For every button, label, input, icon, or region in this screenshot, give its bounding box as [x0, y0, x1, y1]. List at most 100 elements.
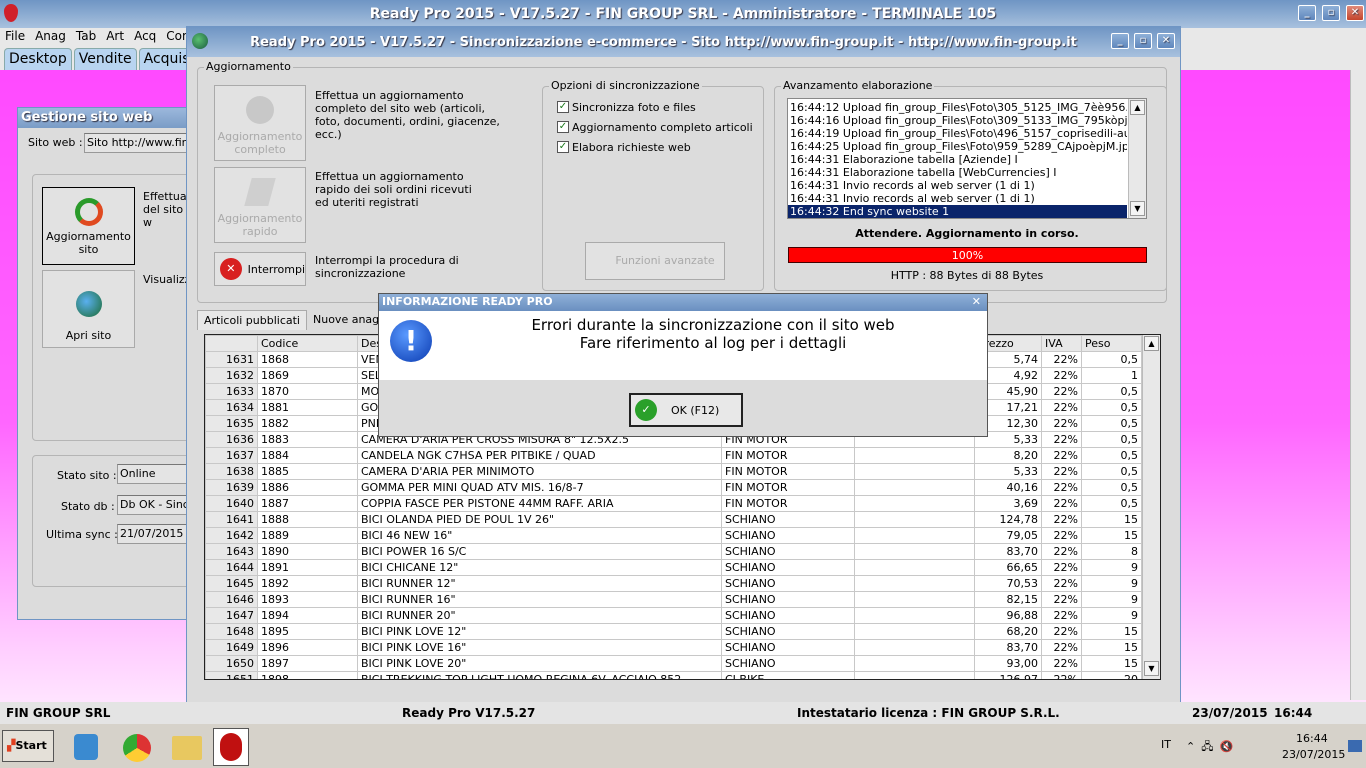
close-button[interactable]: ✕	[1346, 5, 1364, 21]
table-cell: 9	[1081, 559, 1142, 576]
start-button[interactable]: ▞Start	[2, 730, 54, 762]
table-row[interactable]: 1638 1885 CAMERA D'ARIA PER MINIMOTO FIN MO…	[205, 463, 1142, 480]
scroll-down-icon[interactable]: ▼	[1144, 661, 1159, 676]
menu-art[interactable]: Art	[106, 29, 124, 45]
language-indicator[interactable]: IT	[1161, 738, 1171, 751]
aggiornamento-rapido-button[interactable]: Aggiornamento rapido	[214, 167, 306, 243]
ok-button[interactable]: ✓ OK (F12)	[629, 393, 743, 427]
sync-close-button[interactable]: ✕	[1157, 33, 1175, 49]
peso-header[interactable]: Peso	[1081, 335, 1142, 352]
table-cell: 22%	[1041, 463, 1082, 480]
clock-time[interactable]: 16:44	[1296, 732, 1328, 745]
option-sincronizza-foto[interactable]: ✓ Sincronizza foto e files	[557, 97, 753, 117]
table-cell: 1648	[205, 623, 258, 640]
option-aggiornamento-completo[interactable]: ✓ Aggiornamento completo articoli	[557, 117, 753, 137]
aggiornamento-sito-label: Aggiornamento sito	[46, 230, 131, 256]
tab-articoli-pubblicati[interactable]: Articoli pubblicati	[197, 310, 307, 330]
table-cell: SCHIANO	[721, 527, 855, 544]
log-list[interactable]: 16:44:12 Upload fin_group_Files\Foto\305…	[787, 98, 1147, 219]
log-entry[interactable]: 16:44:31 Elaborazione tabella [Aziende] …	[788, 153, 1127, 166]
table-row[interactable]: 1644 1891 BICI CHICANE 12" SCHIANO 66,65 22% 9	[205, 559, 1142, 576]
interrompi-label: Interrompi	[247, 262, 305, 276]
table-cell: 22%	[1041, 447, 1082, 464]
checkbox-checked-icon[interactable]: ✓	[557, 121, 569, 133]
scroll-up-icon[interactable]: ▲	[1144, 336, 1159, 351]
table-scrollbar[interactable]: ▲ ▼	[1142, 335, 1160, 679]
log-entry[interactable]: 16:44:31 Invio records al web server (1 …	[788, 192, 1127, 205]
table-cell: 93,00	[974, 655, 1042, 672]
interrompi-button[interactable]: ✕ Interrompi	[214, 252, 306, 286]
table-row[interactable]: 1651 1898 BICI TREKKING TOP LIGHT UOMO REG…	[205, 671, 1142, 679]
table-cell: 22%	[1041, 479, 1082, 496]
row-number-header[interactable]	[205, 335, 258, 352]
scroll-up-icon[interactable]: ▲	[1130, 100, 1145, 115]
apri-sito-button[interactable]: Apri sito	[42, 270, 135, 348]
funzioni-avanzate-button[interactable]: Funzioni avanzate	[585, 242, 725, 280]
table-row[interactable]: 1646 1893 BICI RUNNER 16" SCHIANO 82,15 22% 9	[205, 591, 1142, 608]
sync-maximize-button[interactable]: ▫	[1134, 33, 1152, 49]
log-entry[interactable]: 16:44:12 Upload fin_group_Files\Foto\305…	[788, 101, 1127, 114]
info-close-icon[interactable]: ✕	[972, 295, 981, 308]
maximize-button[interactable]: ▫	[1322, 5, 1340, 21]
readypro-task-icon[interactable]	[213, 728, 249, 766]
table-cell: FIN MOTOR	[721, 479, 855, 496]
menu-anag[interactable]: Anag	[35, 29, 66, 45]
table-cell: BICI OLANDA PIED DE POUL 1V 26"	[357, 511, 722, 528]
minimize-button[interactable]: _	[1298, 5, 1316, 21]
table-row[interactable]: 1640 1887 COPPIA FASCE PER PISTONE 44MM RA…	[205, 495, 1142, 512]
menu-acq[interactable]: Acq	[134, 29, 156, 45]
table-row[interactable]: 1647 1894 BICI RUNNER 20" SCHIANO 96,88 22% 9	[205, 607, 1142, 624]
table-cell: 1893	[257, 591, 358, 608]
table-cell: 22%	[1041, 655, 1082, 672]
option-elabora-richieste[interactable]: ✓ Elabora richieste web	[557, 137, 753, 157]
table-row[interactable]: 1648 1895 BICI PINK LOVE 12" SCHIANO 68,20 22…	[205, 623, 1142, 640]
codice-header[interactable]: Codice	[257, 335, 358, 352]
table-row[interactable]: 1650 1897 BICI PINK LOVE 20" SCHIANO 93,00 22…	[205, 655, 1142, 672]
aggiornamento-completo-button[interactable]: Aggiornamento completo	[214, 85, 306, 161]
table-cell	[854, 527, 975, 544]
globe-disabled-icon	[246, 96, 274, 124]
table-cell: 1894	[257, 607, 358, 624]
tab-desktop[interactable]: Desktop	[4, 48, 72, 70]
table-row[interactable]: 1639 1886 GOMMA PER MINI QUAD ATV MIS. 16/…	[205, 479, 1142, 496]
start-label: Start	[15, 739, 47, 752]
table-row[interactable]: 1645 1892 BICI RUNNER 12" SCHIANO 70,53 22% 9	[205, 575, 1142, 592]
aggiornamento-sito-button[interactable]: Aggiornamento sito	[42, 187, 135, 265]
table-cell: 0,5	[1081, 495, 1142, 512]
chrome-icon[interactable]	[123, 734, 151, 762]
tab-vendite[interactable]: Vendite	[73, 48, 137, 70]
table-row[interactable]: 1643 1890 BICI POWER 16 S/C SCHIANO 83,70 22%…	[205, 543, 1142, 560]
sito-label: Sito web :	[28, 136, 83, 149]
sync-minimize-button[interactable]: _	[1111, 33, 1129, 49]
log-entry[interactable]: 16:44:32 End sync website 1	[788, 205, 1127, 218]
checkbox-checked-icon[interactable]: ✓	[557, 141, 569, 153]
log-entry[interactable]: 16:44:31 Elaborazione tabella [WebCurren…	[788, 166, 1127, 179]
desktop-scrollbar[interactable]	[1350, 70, 1366, 700]
log-entry[interactable]: 16:44:31 Invio records al web server (1 …	[788, 179, 1127, 192]
table-row[interactable]: 1649 1896 BICI PINK LOVE 16" SCHIANO 83,70 22…	[205, 639, 1142, 656]
checkbox-checked-icon[interactable]: ✓	[557, 101, 569, 113]
iva-header[interactable]: IVA	[1041, 335, 1082, 352]
table-cell: 15	[1081, 639, 1142, 656]
table-cell: 1	[1081, 367, 1142, 384]
explorer-folder-icon[interactable]	[172, 736, 202, 760]
table-row[interactable]: 1637 1884 CANDELA NGK C7HSA PER PITBIKE / …	[205, 447, 1142, 464]
table-cell: SCHIANO	[721, 559, 855, 576]
table-cell: CAMERA D'ARIA PER MINIMOTO	[357, 463, 722, 480]
table-row[interactable]: 1641 1888 BICI OLANDA PIED DE POUL 1V 26" S…	[205, 511, 1142, 528]
clock-date[interactable]: 23/07/2015	[1282, 748, 1345, 761]
table-cell: CANDELA NGK C7HSA PER PITBIKE / QUAD	[357, 447, 722, 464]
log-scrollbar[interactable]: ▲ ▼	[1128, 99, 1146, 218]
log-entry[interactable]: 16:44:19 Upload fin_group_Files\Foto\496…	[788, 127, 1127, 140]
stato-db-label: Stato db :	[61, 500, 115, 513]
table-cell: 1641	[205, 511, 258, 528]
tray-icons[interactable]: ⌃🖧🔇	[1186, 738, 1239, 757]
table-row[interactable]: 1642 1889 BICI 46 NEW 16" SCHIANO 79,05 22% 15	[205, 527, 1142, 544]
show-desktop-icon[interactable]	[1348, 740, 1362, 752]
log-entry[interactable]: 16:44:16 Upload fin_group_Files\Foto\309…	[788, 114, 1127, 127]
log-entry[interactable]: 16:44:25 Upload fin_group_Files\Foto\959…	[788, 140, 1127, 153]
menu-file[interactable]: File	[5, 29, 25, 45]
menu-tab[interactable]: Tab	[76, 29, 96, 45]
media-player-icon[interactable]	[74, 734, 98, 760]
scroll-down-icon[interactable]: ▼	[1130, 201, 1145, 216]
